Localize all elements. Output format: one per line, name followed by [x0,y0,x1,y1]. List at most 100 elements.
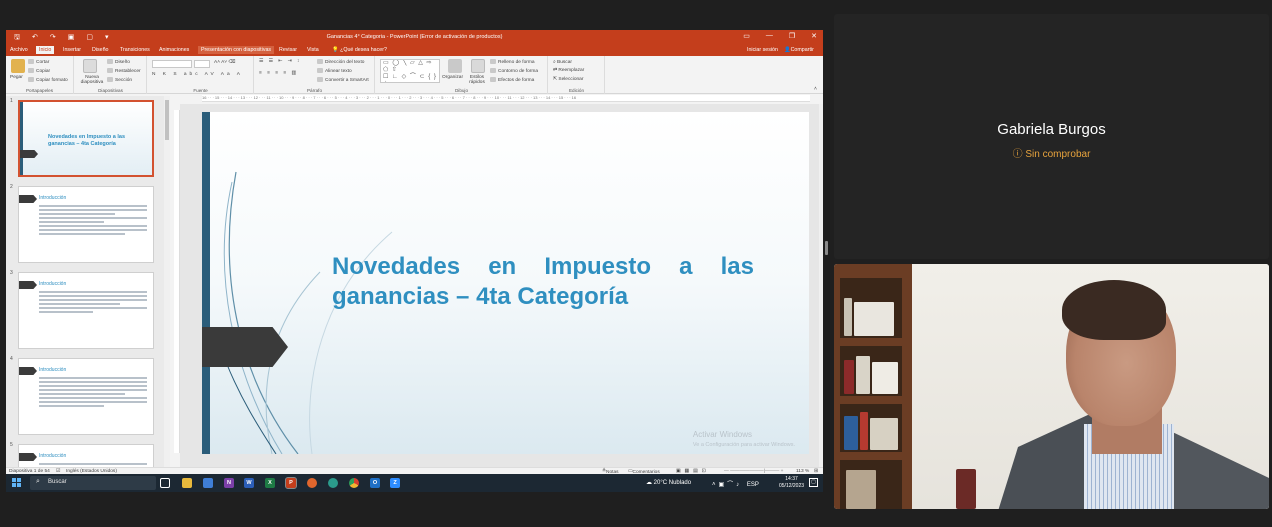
select-button[interactable]: ⇱ Seleccionar [553,77,583,82]
minimize-icon[interactable]: — [766,32,773,40]
weather-temp: 20°C [653,480,668,486]
taskbar-search-label: Buscar [48,479,67,485]
shape-effects-button[interactable]: Efectos de forma [490,77,534,83]
font-size-input[interactable] [194,60,210,68]
smartart-icon [317,77,323,82]
slide-thumbnail[interactable]: Introducción [18,444,154,467]
group-label: Edición [568,88,585,93]
watermark-line-2: Ve a Configuración para activar Windows. [692,442,795,448]
copy-button[interactable]: Copiar [28,68,50,74]
tell-me-search[interactable]: 💡 ¿Qué desea hacer? [332,47,387,53]
slide-thumbnail[interactable]: Introducción [18,186,154,263]
group-label: Diapositivas [98,88,123,93]
cut-button[interactable]: Cortar [28,59,49,65]
thumb-number: 3 [10,270,13,276]
slide-editor: Novedades en Impuesto a las ganancias – … [180,104,823,467]
outlook-icon[interactable]: O [370,478,380,488]
tab-revisar[interactable]: Revisar [279,47,297,53]
participant-video-tile[interactable] [834,264,1269,509]
arrow-shape [19,195,37,203]
person-hair [1062,280,1166,340]
share-button[interactable]: 👤Compartir [784,47,814,53]
notifications-icon[interactable]: ▢ [809,478,818,487]
new-slide-icon[interactable] [83,59,97,73]
smartart-button[interactable]: Convertir a SmartArt [317,77,369,83]
sign-in-link[interactable]: Iniciar sesión [747,47,778,53]
word-icon[interactable]: W [244,478,254,488]
tab-archivo[interactable]: Archivo [10,47,28,53]
thumbnails-scrollbar[interactable] [164,96,170,467]
file-explorer-icon[interactable] [182,478,192,488]
shape-outline-button[interactable]: Contorno de forma [490,68,538,74]
thumb-title: Novedades en Impuesto a las ganancias – … [48,134,126,147]
new-slide-button[interactable]: Nueva diapositiva [77,75,107,85]
chrome-icon[interactable] [349,478,359,488]
clock-time: 14:37 [785,476,798,482]
paste-button[interactable]: Pegar [10,75,23,80]
list-buttons[interactable]: ☰ ☰ ⇤ ⇥ ↕ [259,59,301,64]
slide-thumbnail[interactable]: Introducción [18,358,154,435]
weather-widget[interactable]: ☁ 20°C Nublado [646,479,691,486]
align-buttons[interactable]: ≡ ≡ ≡ ≡ ▥ [259,71,298,76]
tab-inicio[interactable]: Inicio [36,46,55,54]
close-icon[interactable]: ✕ [811,32,817,40]
ribbon: Pegar Cortar Copiar Copiar formato Porta… [6,56,823,94]
tab-insertar[interactable]: Insertar [63,47,81,53]
slide-thumbnails-pane[interactable]: 1 Novedades en Impuesto a las ganancias … [6,96,164,467]
slide-title[interactable]: Novedades en Impuesto a las ganancias – … [332,252,754,312]
thumb-body-text [39,377,147,409]
scroll-thumb[interactable] [165,100,169,140]
edge-icon[interactable] [328,478,338,488]
quick-styles-button[interactable]: Estilos rápidos [466,75,488,85]
paste-icon[interactable] [11,59,25,73]
align-text-button[interactable]: Alinear texto [317,68,352,74]
shape-fill-button[interactable]: Relleno de forma [490,59,535,65]
ribbon-options-icon[interactable]: ▭ [743,32,750,40]
tab-vista[interactable]: Vista [307,47,319,53]
tab-transiciones[interactable]: Transiciones [120,47,150,53]
powerpoint-icon[interactable]: P [285,477,297,489]
text-direction-button[interactable]: Dirección del texto [317,59,364,65]
reset-button[interactable]: Restablecer [107,68,141,74]
arrow-shape [19,281,37,289]
excel-icon[interactable]: X [265,478,275,488]
onenote-icon[interactable]: N [224,478,234,488]
current-slide[interactable]: Novedades en Impuesto a las ganancias – … [202,112,809,454]
taskbar-search[interactable]: ⌕ Buscar [30,476,156,490]
participant-tile[interactable]: Gabriela Burgos ⓘ Sin comprobar [834,14,1269,259]
font-name-input[interactable] [152,60,192,68]
collapse-ribbon-icon[interactable]: ˄ [814,86,817,92]
slide-thumbnail[interactable]: Introducción [18,272,154,349]
cloud-icon: ☁ [646,480,652,486]
replace-button[interactable]: ⇄ Reemplazar [553,68,584,73]
arrange-button[interactable]: Organizar [442,75,463,80]
shapes-gallery[interactable]: ▭ ◯ ╲ ▱ △ ⇨ ⬠ ⇧☐ ∟ ◇ ⌒ ⊂ { } ☆◁ ▷ ⇩ ⬡ ☾ … [380,59,440,83]
layout-button[interactable]: Diseño [107,59,130,65]
firefox-icon[interactable] [307,478,317,488]
task-view-icon[interactable] [160,478,170,488]
clear-format-icon[interactable]: ⌫ [228,60,235,65]
windows-start-icon[interactable] [12,478,21,487]
font-size-buttons[interactable]: A˄ A˅ ⌫ [214,60,235,65]
participant-status-label: Sin comprobar [1025,149,1091,160]
tab-presentacion[interactable]: Presentación con diapositivas [198,46,275,54]
taskbar-clock[interactable]: 14:37 05/12/2023 [779,476,804,490]
restore-icon[interactable]: ❐ [789,32,795,40]
store-icon[interactable] [203,478,213,488]
find-button[interactable]: ⌕ Buscar [553,59,572,65]
align-text-icon [317,68,323,73]
section-button[interactable]: Sección [107,77,132,83]
format-painter-button[interactable]: Copiar formato [28,77,68,83]
tab-animaciones[interactable]: Animaciones [159,47,189,53]
zoom-app-icon[interactable]: Z [390,478,400,488]
slide-scrollbar[interactable] [819,104,823,467]
shape-effects-label: Efectos de forma [498,77,535,83]
slide-thumbnail[interactable]: Novedades en Impuesto a las ganancias – … [18,100,154,177]
system-tray[interactable]: ˄▣⌒♪ ESP [712,479,759,488]
font-style-buttons[interactable]: N K S abc AV Aa A [152,72,243,77]
arrange-icon[interactable] [448,59,462,73]
panel-resize-handle[interactable] [825,241,828,255]
tab-diseno[interactable]: Diseño [92,47,109,53]
thumb-body-text [39,291,147,315]
quick-styles-icon[interactable] [471,59,485,73]
